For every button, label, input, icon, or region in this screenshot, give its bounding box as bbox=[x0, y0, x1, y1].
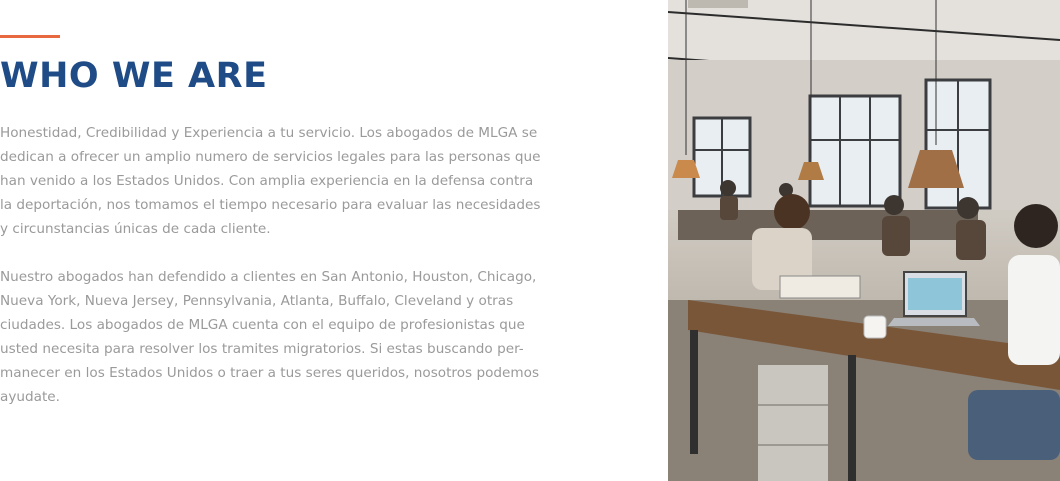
paragraph-line: la deportación, nos tomamos el tiempo ne… bbox=[0, 197, 541, 213]
paragraph-line: ayudate. bbox=[0, 389, 60, 405]
paragraph-line: Nueva York, Nueva Jersey, Pennsylvania, … bbox=[0, 293, 514, 309]
office-scene-illustration bbox=[668, 0, 1060, 481]
paragraph-line: han venido a los Estados Unidos. Con amp… bbox=[0, 173, 534, 189]
paragraph-line: usted necesita para resolver los tramite… bbox=[0, 341, 524, 357]
clients-paragraph: Nuestro abogados han defendido a cliente… bbox=[0, 265, 540, 409]
paragraph-line: Honestidad, Credibilidad y Experiencia a… bbox=[0, 125, 538, 141]
office-photo bbox=[668, 0, 1060, 481]
section-title: WHO WE ARE bbox=[0, 56, 268, 96]
paragraph-line: dedican a ofrecer un amplio numero de se… bbox=[0, 149, 541, 165]
intro-paragraph: Honestidad, Credibilidad y Experiencia a… bbox=[0, 121, 541, 241]
paragraph-line: Nuestro abogados han defendido a cliente… bbox=[0, 269, 537, 285]
paragraph-line: manecer en los Estados Unidos o traer a … bbox=[0, 365, 540, 381]
paragraph-line: ciudades. Los abogados de MLGA cuenta co… bbox=[0, 317, 525, 333]
paragraph-line: y circunstancias únicas de cada cliente. bbox=[0, 221, 271, 237]
accent-line bbox=[0, 35, 60, 38]
